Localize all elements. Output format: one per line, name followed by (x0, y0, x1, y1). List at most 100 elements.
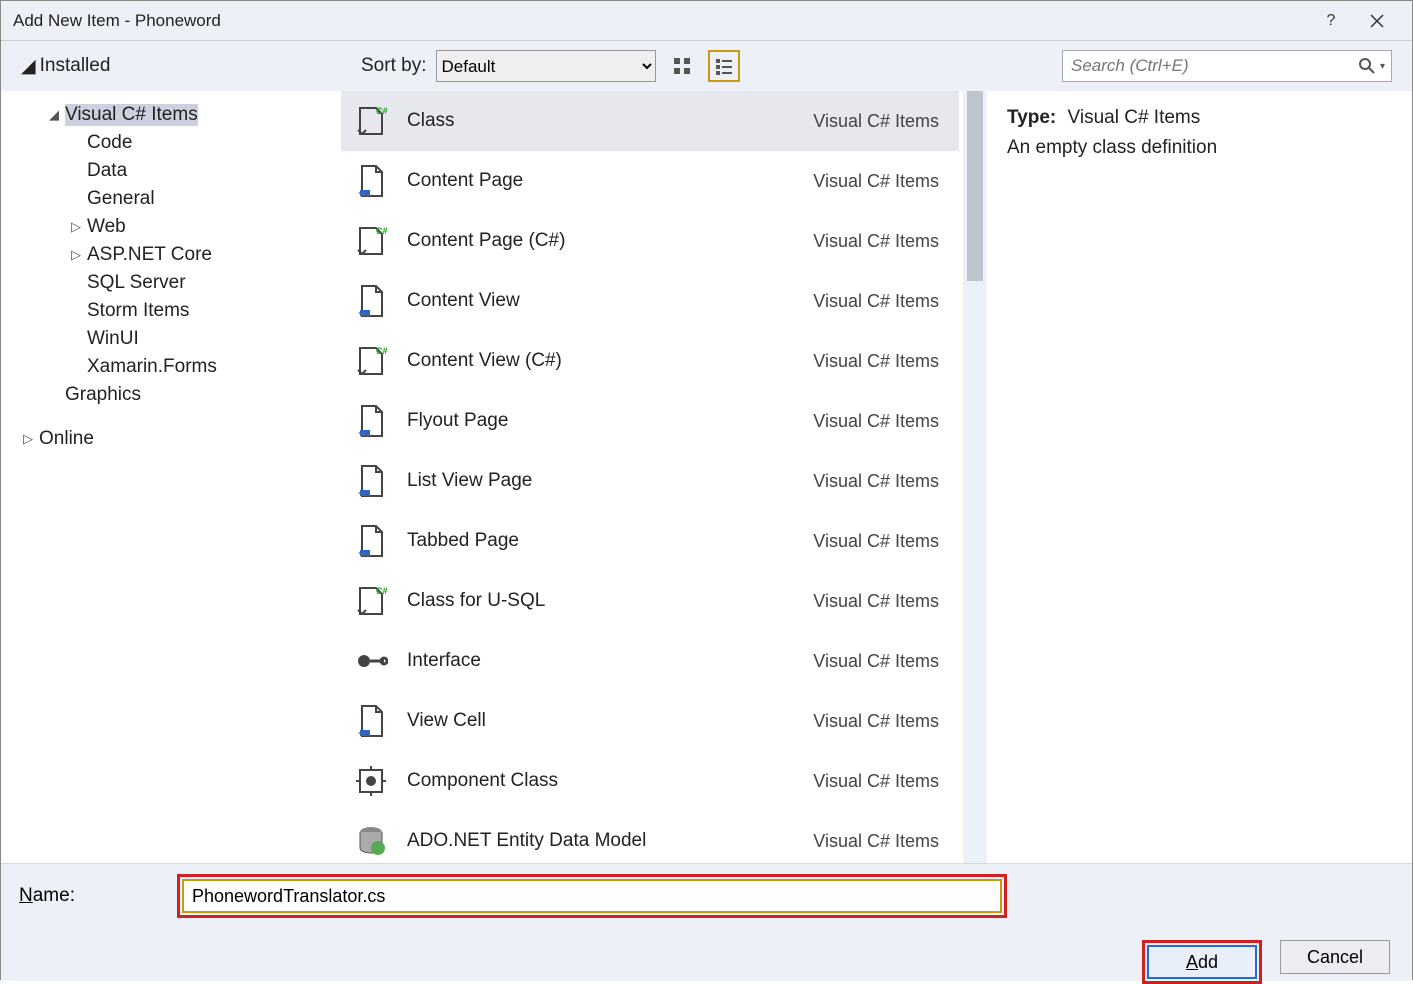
template-item[interactable]: Component ClassVisual C# Items (341, 751, 959, 811)
template-category: Visual C# Items (813, 231, 939, 252)
chevron-down-icon: ◢ (47, 107, 61, 123)
class-cs-icon: C# (351, 341, 391, 381)
template-category: Visual C# Items (813, 531, 939, 552)
tree-item-graphics[interactable]: Graphics (47, 381, 341, 409)
chevron-right-icon: ▷ (69, 247, 83, 263)
template-name: Content Page (407, 170, 797, 192)
name-input-highlight (177, 874, 1007, 918)
add-button-highlight: Add (1142, 940, 1262, 984)
tree-item[interactable]: SQL Server (69, 269, 341, 297)
page-icon: < > (351, 401, 391, 441)
template-name: Interface (407, 650, 797, 672)
page-icon: < > (351, 281, 391, 321)
template-item[interactable]: < > Content Page Visual C# Items (341, 151, 959, 211)
template-name: View Cell (407, 710, 797, 732)
tree-item[interactable]: Storm Items (69, 297, 341, 325)
page-icon: < > (351, 701, 391, 741)
titlebar: Add New Item - Phoneword ? (1, 1, 1412, 41)
template-name: Component Class (407, 770, 797, 792)
template-item[interactable]: C# Class for U-SQL Visual C# Items (341, 571, 959, 631)
template-category: Visual C# Items (813, 591, 939, 612)
template-item[interactable]: C#Content View (C#)Visual C# Items (341, 331, 959, 391)
template-name: Flyout Page (407, 410, 797, 432)
template-name: Class for U-SQL (407, 590, 797, 612)
chevron-right-icon: ▷ (21, 431, 35, 447)
template-item[interactable]: Interface Visual C# Items (341, 631, 959, 691)
svg-text:C#: C# (376, 346, 388, 356)
search-box[interactable]: ▾ (1062, 50, 1392, 82)
window-title: Add New Item - Phoneword (13, 11, 1308, 31)
name-input[interactable] (182, 879, 1002, 913)
tree-item[interactable]: WinUI (69, 325, 341, 353)
sidebar-tree: ◢ Visual C# Items CodeDataGeneral▷Web▷AS… (1, 91, 341, 863)
main: ◢ Visual C# Items CodeDataGeneral▷Web▷AS… (1, 91, 1412, 863)
tree-item[interactable]: Xamarin.Forms (69, 353, 341, 381)
class-cs-icon: C# (351, 581, 391, 621)
sort-select[interactable]: Default (436, 50, 656, 82)
chevron-down-icon: ◢ (21, 55, 36, 78)
tree-item[interactable]: General (69, 185, 341, 213)
search-icon (1358, 57, 1376, 75)
detail-description: An empty class definition (1007, 137, 1392, 159)
search-dropdown-icon[interactable]: ▾ (1380, 61, 1385, 72)
tree-item[interactable]: ▷Web (69, 213, 341, 241)
detail-type-value: Visual C# Items (1068, 107, 1201, 128)
chevron-right-icon: ▷ (69, 219, 83, 235)
template-name: List View Page (407, 470, 797, 492)
svg-text:C#: C# (376, 106, 388, 116)
close-button[interactable] (1354, 3, 1400, 39)
page-icon: < > (351, 521, 391, 561)
page-icon: < > (351, 461, 391, 501)
template-name: ADO.NET Entity Data Model (407, 830, 797, 852)
toolbar: ◢ Installed Sort by: Default ▾ (1, 41, 1412, 91)
tree-item-csitems[interactable]: ◢ Visual C# Items (47, 101, 341, 129)
template-category: Visual C# Items (813, 111, 939, 132)
class-cs-icon: C# (351, 101, 391, 141)
help-button[interactable]: ? (1308, 3, 1354, 39)
template-item[interactable]: < > List View Page Visual C# Items (341, 451, 959, 511)
svg-text:< >: < > (358, 309, 370, 318)
template-item[interactable]: < >Flyout PageVisual C# Items (341, 391, 959, 451)
svg-text:< >: < > (358, 189, 370, 198)
page-icon: < > (351, 161, 391, 201)
template-item[interactable]: C# Content Page (C#) Visual C# Items (341, 211, 959, 271)
template-list: C#ClassVisual C# Items < > Content Page Vis… (341, 91, 963, 863)
template-item[interactable]: < > View Cell Visual C# Items (341, 691, 959, 751)
template-category: Visual C# Items (813, 291, 939, 312)
tiles-icon (672, 56, 692, 76)
cancel-button[interactable]: Cancel (1280, 940, 1390, 974)
tree-item[interactable]: ▷ASP.NET Core (69, 241, 341, 269)
template-item[interactable]: < > Tabbed Page Visual C# Items (341, 511, 959, 571)
template-category: Visual C# Items (813, 651, 939, 672)
name-label: Name: (19, 885, 159, 907)
add-button[interactable]: Add (1147, 945, 1257, 979)
tree-item[interactable]: Data (69, 157, 341, 185)
interface-icon (351, 641, 391, 681)
tree-item[interactable]: Code (69, 129, 341, 157)
view-list-button[interactable] (708, 50, 740, 82)
template-category: Visual C# Items (813, 711, 939, 732)
scrollbar[interactable] (963, 91, 987, 863)
tree-header-installed[interactable]: ◢ Installed (21, 55, 341, 78)
svg-text:C#: C# (376, 586, 388, 596)
footer: Name: Add Cancel (1, 863, 1412, 981)
template-category: Visual C# Items (813, 471, 939, 492)
search-input[interactable] (1069, 55, 1358, 77)
view-tiles-button[interactable] (666, 50, 698, 82)
component-icon (351, 761, 391, 801)
template-category: Visual C# Items (813, 351, 939, 372)
scroll-thumb[interactable] (967, 91, 983, 281)
template-item[interactable]: < >Content ViewVisual C# Items (341, 271, 959, 331)
template-item[interactable]: C#ClassVisual C# Items (341, 91, 959, 151)
template-name: Tabbed Page (407, 530, 797, 552)
svg-text:< >: < > (358, 549, 370, 558)
template-item[interactable]: ADO.NET Entity Data ModelVisual C# Items (341, 811, 959, 863)
svg-text:< >: < > (358, 429, 370, 438)
center-panel: C#ClassVisual C# Items < > Content Page Vis… (341, 91, 987, 863)
template-name: Content Page (C#) (407, 230, 797, 252)
close-icon (1370, 14, 1384, 28)
class-cs-icon: C# (351, 221, 391, 261)
tree-item-online[interactable]: ▷ Online (1, 425, 341, 453)
svg-text:< >: < > (358, 729, 370, 738)
template-category: Visual C# Items (813, 171, 939, 192)
